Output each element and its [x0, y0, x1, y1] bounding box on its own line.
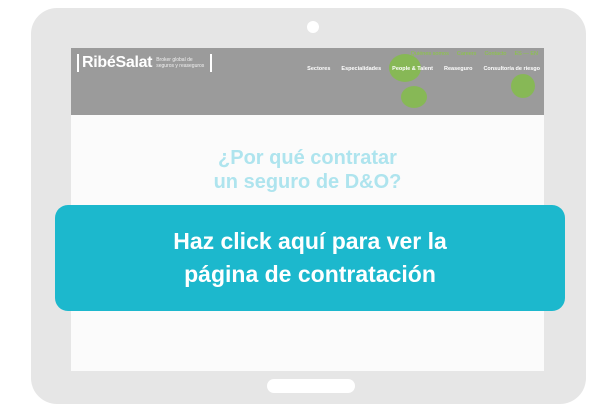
top-links: Quiénes somos Careers Contacto ES — EN	[411, 51, 538, 57]
green-leaf-decoration	[401, 86, 427, 108]
nav-item-reaseguro[interactable]: Reaseguro	[444, 66, 472, 72]
top-link-careers[interactable]: Careers	[457, 51, 477, 57]
nav-item-consultoria[interactable]: Consultoría de riesgo	[483, 66, 540, 72]
top-link-quienes-somos[interactable]: Quiénes somos	[411, 51, 449, 57]
language-switcher[interactable]: ES — EN	[514, 51, 538, 57]
page-heading-text: ¿Por qué contratar un seguro de D&O?	[213, 147, 402, 193]
cta-button[interactable]: Haz click aquí para ver la página de con…	[55, 205, 565, 311]
logo-bar-left	[77, 54, 79, 72]
nav-item-sectores[interactable]: Sectores	[307, 66, 330, 72]
top-link-contacto[interactable]: Contacto	[484, 51, 506, 57]
page-heading: ¿Por qué contratar un seguro de D&O?	[71, 146, 544, 194]
nav-item-people-talent[interactable]: People & Talent	[392, 66, 433, 72]
home-button	[267, 379, 355, 393]
main-nav: Sectores Especialidades People & Talent …	[307, 66, 540, 72]
nav-item-especialidades[interactable]: Especialidades	[341, 66, 381, 72]
green-leaf-decoration	[511, 74, 535, 98]
site-logo[interactable]: RibéSalat Broker global de seguros y rea…	[77, 53, 213, 73]
camera-dot	[307, 21, 319, 33]
site-header: RibéSalat Broker global de seguros y rea…	[71, 48, 544, 115]
cta-label: Haz click aquí para ver la página de con…	[173, 228, 447, 287]
logo-name: RibéSalat	[82, 54, 153, 71]
logo-tagline: Broker global de seguros y reaseguros	[156, 57, 205, 69]
logo-bar-right	[210, 54, 213, 72]
